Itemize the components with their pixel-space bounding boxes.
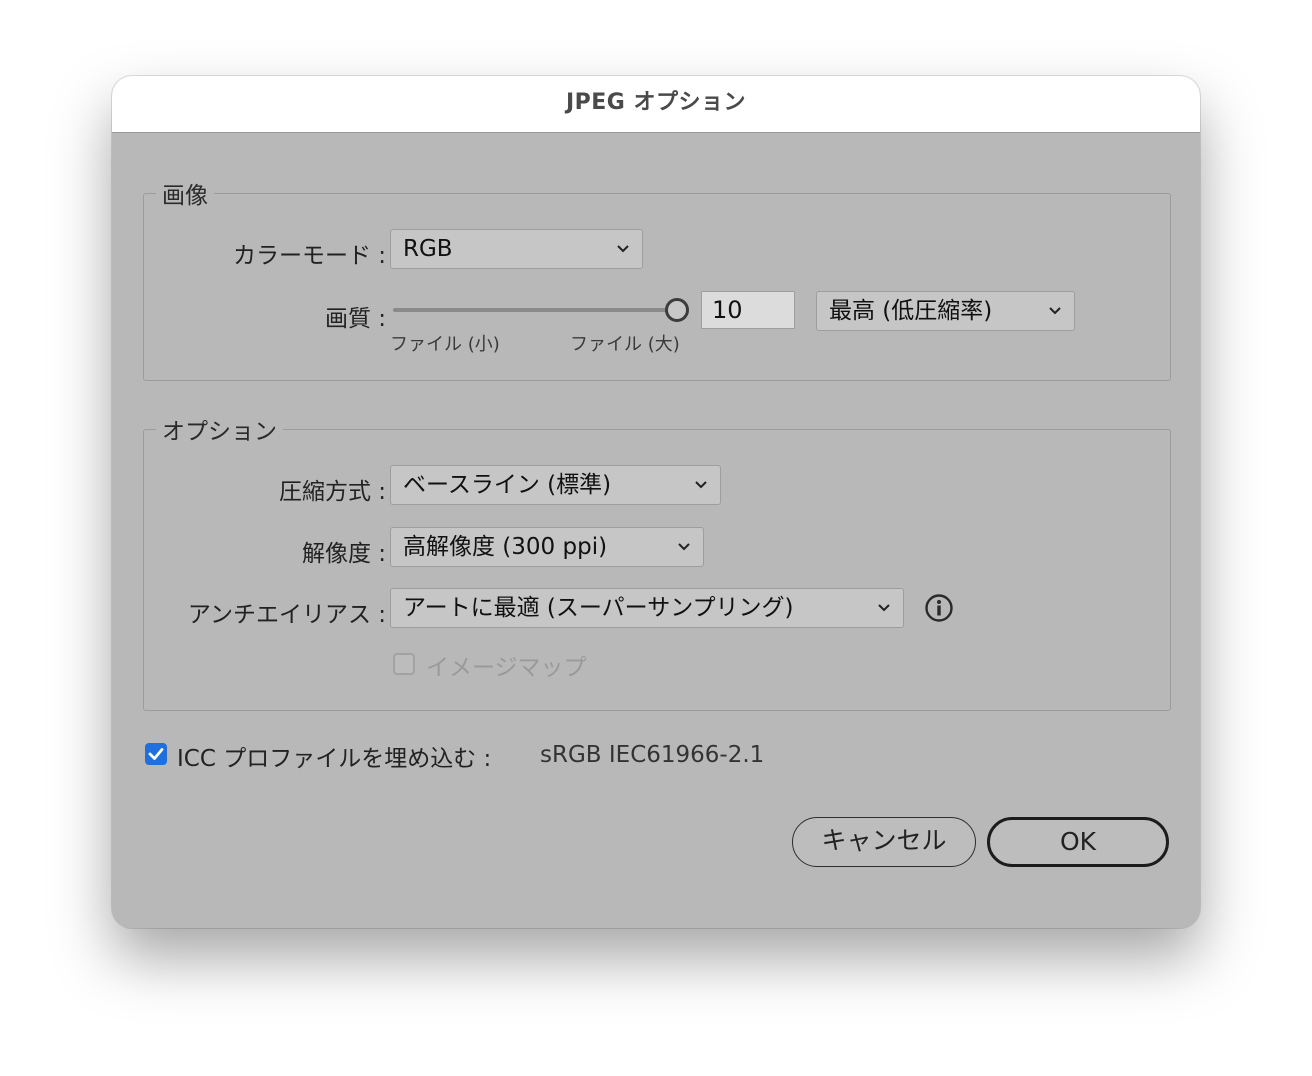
chevron-down-icon [1049, 307, 1061, 315]
imagemap-checkbox[interactable] [393, 653, 415, 675]
quality-value-field[interactable]: 10 [701, 291, 795, 329]
quality-preset-select[interactable]: 最高 (低圧縮率) [816, 291, 1075, 331]
imagemap-label: イメージマップ [426, 655, 587, 681]
compression-value: ベースライン (標準) [403, 472, 612, 498]
quality-slider-thumb[interactable] [665, 298, 689, 322]
resolution-value: 高解像度 (300 ppi) [403, 534, 608, 560]
chevron-down-icon [878, 604, 890, 612]
icc-profile-label: ICC プロファイルを埋め込む : [177, 746, 492, 772]
compression-select[interactable]: ベースライン (標準) [390, 465, 721, 505]
resolution-label: 解像度 : [301, 541, 386, 567]
resolution-select[interactable]: 高解像度 (300 ppi) [390, 527, 704, 567]
image-group-label: 画像 [156, 176, 214, 210]
dialog-title: JPEG オプション [112, 76, 1200, 133]
color-mode-value: RGB [403, 236, 453, 262]
options-group-label: オプション [156, 412, 283, 446]
info-icon[interactable] [924, 593, 954, 623]
icc-profile-checkbox[interactable] [145, 743, 167, 765]
chevron-down-icon [678, 543, 690, 551]
antialias-label: アンチエイリアス : [187, 602, 386, 628]
antialias-select[interactable]: アートに最適 (スーパーサンプリング) [390, 588, 904, 628]
color-mode-label: カラーモード : [232, 243, 386, 269]
quality-preset-value: 最高 (低圧縮率) [829, 298, 993, 324]
jpeg-options-dialog: JPEG オプション 画像 カラーモード : RGB 画質 : ファイル (小)… [112, 76, 1200, 928]
checkmark-icon [148, 748, 164, 760]
slider-min-label: ファイル (小) [390, 334, 500, 355]
quality-slider-track[interactable] [393, 308, 679, 312]
chevron-down-icon [695, 481, 707, 489]
icc-profile-value: sRGB IEC61966-2.1 [540, 742, 765, 768]
color-mode-select[interactable]: RGB [390, 229, 643, 269]
antialias-value: アートに最適 (スーパーサンプリング) [403, 595, 794, 621]
cancel-button[interactable]: キャンセル [792, 817, 976, 867]
slider-max-label: ファイル (大) [570, 334, 680, 355]
chevron-down-icon [617, 245, 629, 253]
ok-button[interactable]: OK [987, 817, 1169, 867]
quality-label: 画質 : [324, 306, 386, 332]
compression-label: 圧縮方式 : [278, 479, 386, 505]
